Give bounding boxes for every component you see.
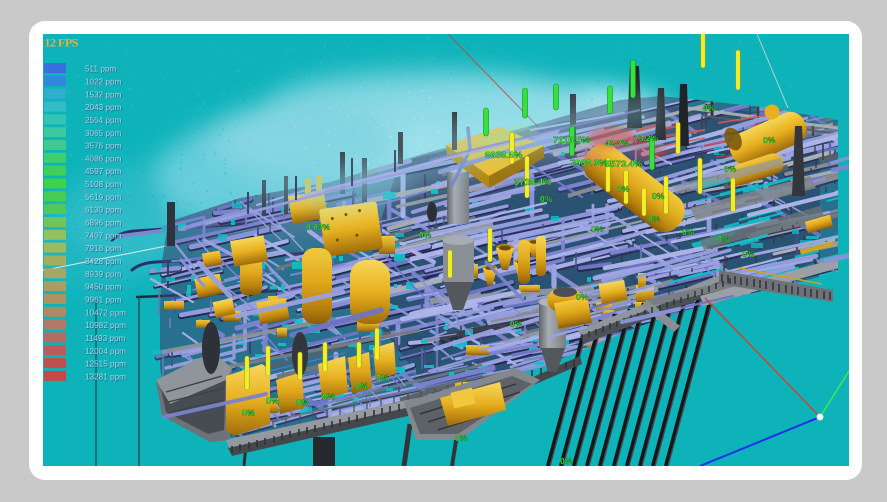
svg-text:0%: 0% <box>742 249 755 259</box>
svg-text:5619 ppm: 5619 ppm <box>85 193 122 202</box>
svg-text:0%: 0% <box>266 396 279 406</box>
svg-text:0%: 0% <box>540 194 553 204</box>
svg-text:0%: 0% <box>419 230 432 240</box>
svg-text:0%: 0% <box>455 433 468 443</box>
svg-text:0%: 0% <box>322 392 335 402</box>
svg-text:5573.4%: 5573.4% <box>605 159 643 170</box>
svg-text:3718.4%: 3718.4% <box>514 177 552 188</box>
svg-text:0%: 0% <box>355 381 368 391</box>
svg-text:6636.6%: 6636.6% <box>485 150 523 161</box>
svg-text:7407 ppm: 7407 ppm <box>85 231 122 240</box>
svg-text:0%: 0% <box>242 408 255 418</box>
svg-text:7906.3%: 7906.3% <box>570 158 608 169</box>
svg-text:4597 ppm: 4597 ppm <box>85 167 122 176</box>
svg-text:8939 ppm: 8939 ppm <box>85 270 122 279</box>
svg-text:2043 ppm: 2043 ppm <box>85 103 122 112</box>
svg-text:9961 ppm: 9961 ppm <box>85 296 122 305</box>
svg-text:12515 ppm: 12515 ppm <box>85 360 126 369</box>
svg-text:10982 ppm: 10982 ppm <box>85 321 126 330</box>
svg-text:0%: 0% <box>717 234 730 244</box>
svg-text:5108 ppm: 5108 ppm <box>85 180 122 189</box>
svg-text:1022 ppm: 1022 ppm <box>85 77 122 86</box>
svg-text:0%: 0% <box>510 319 523 329</box>
svg-text:73.2%: 73.2% <box>634 133 659 143</box>
svg-text:0%: 0% <box>560 456 573 466</box>
svg-text:1532 ppm: 1532 ppm <box>85 90 122 99</box>
svg-text:0%: 0% <box>703 103 716 113</box>
svg-text:12 FPS: 12 FPS <box>45 36 79 50</box>
svg-text:11493 ppm: 11493 ppm <box>85 334 126 343</box>
svg-text:0%: 0% <box>682 227 695 237</box>
svg-text:7918 ppm: 7918 ppm <box>85 244 122 253</box>
svg-text:0%: 0% <box>648 214 661 224</box>
svg-text:6896 ppm: 6896 ppm <box>85 219 122 228</box>
svg-text:42.2%: 42.2% <box>605 138 630 148</box>
svg-text:3576 ppm: 3576 ppm <box>85 142 122 151</box>
svg-text:0%: 0% <box>296 398 309 408</box>
svg-text:3065 ppm: 3065 ppm <box>85 129 122 138</box>
svg-text:7116.5%: 7116.5% <box>553 135 591 146</box>
svg-text:13281 ppm: 13281 ppm <box>85 373 126 382</box>
svg-text:0%: 0% <box>591 224 604 234</box>
svg-text:12004 ppm: 12004 ppm <box>85 347 126 356</box>
svg-text:9450 ppm: 9450 ppm <box>85 283 122 292</box>
svg-text:10472 ppm: 10472 ppm <box>85 308 126 317</box>
svg-text:0%: 0% <box>576 292 589 302</box>
svg-text:0%: 0% <box>652 191 665 201</box>
svg-text:0%: 0% <box>376 373 389 383</box>
svg-text:0.03%: 0.03% <box>306 222 331 232</box>
svg-text:6130 ppm: 6130 ppm <box>85 206 122 215</box>
svg-text:511 ppm: 511 ppm <box>85 65 116 74</box>
svg-text:0%: 0% <box>617 184 630 194</box>
svg-text:4086 ppm: 4086 ppm <box>85 154 122 163</box>
svg-text:2554 ppm: 2554 ppm <box>85 116 122 125</box>
svg-text:0%: 0% <box>724 164 737 174</box>
svg-text:0%: 0% <box>763 135 776 145</box>
svg-text:8428 ppm: 8428 ppm <box>85 257 122 266</box>
